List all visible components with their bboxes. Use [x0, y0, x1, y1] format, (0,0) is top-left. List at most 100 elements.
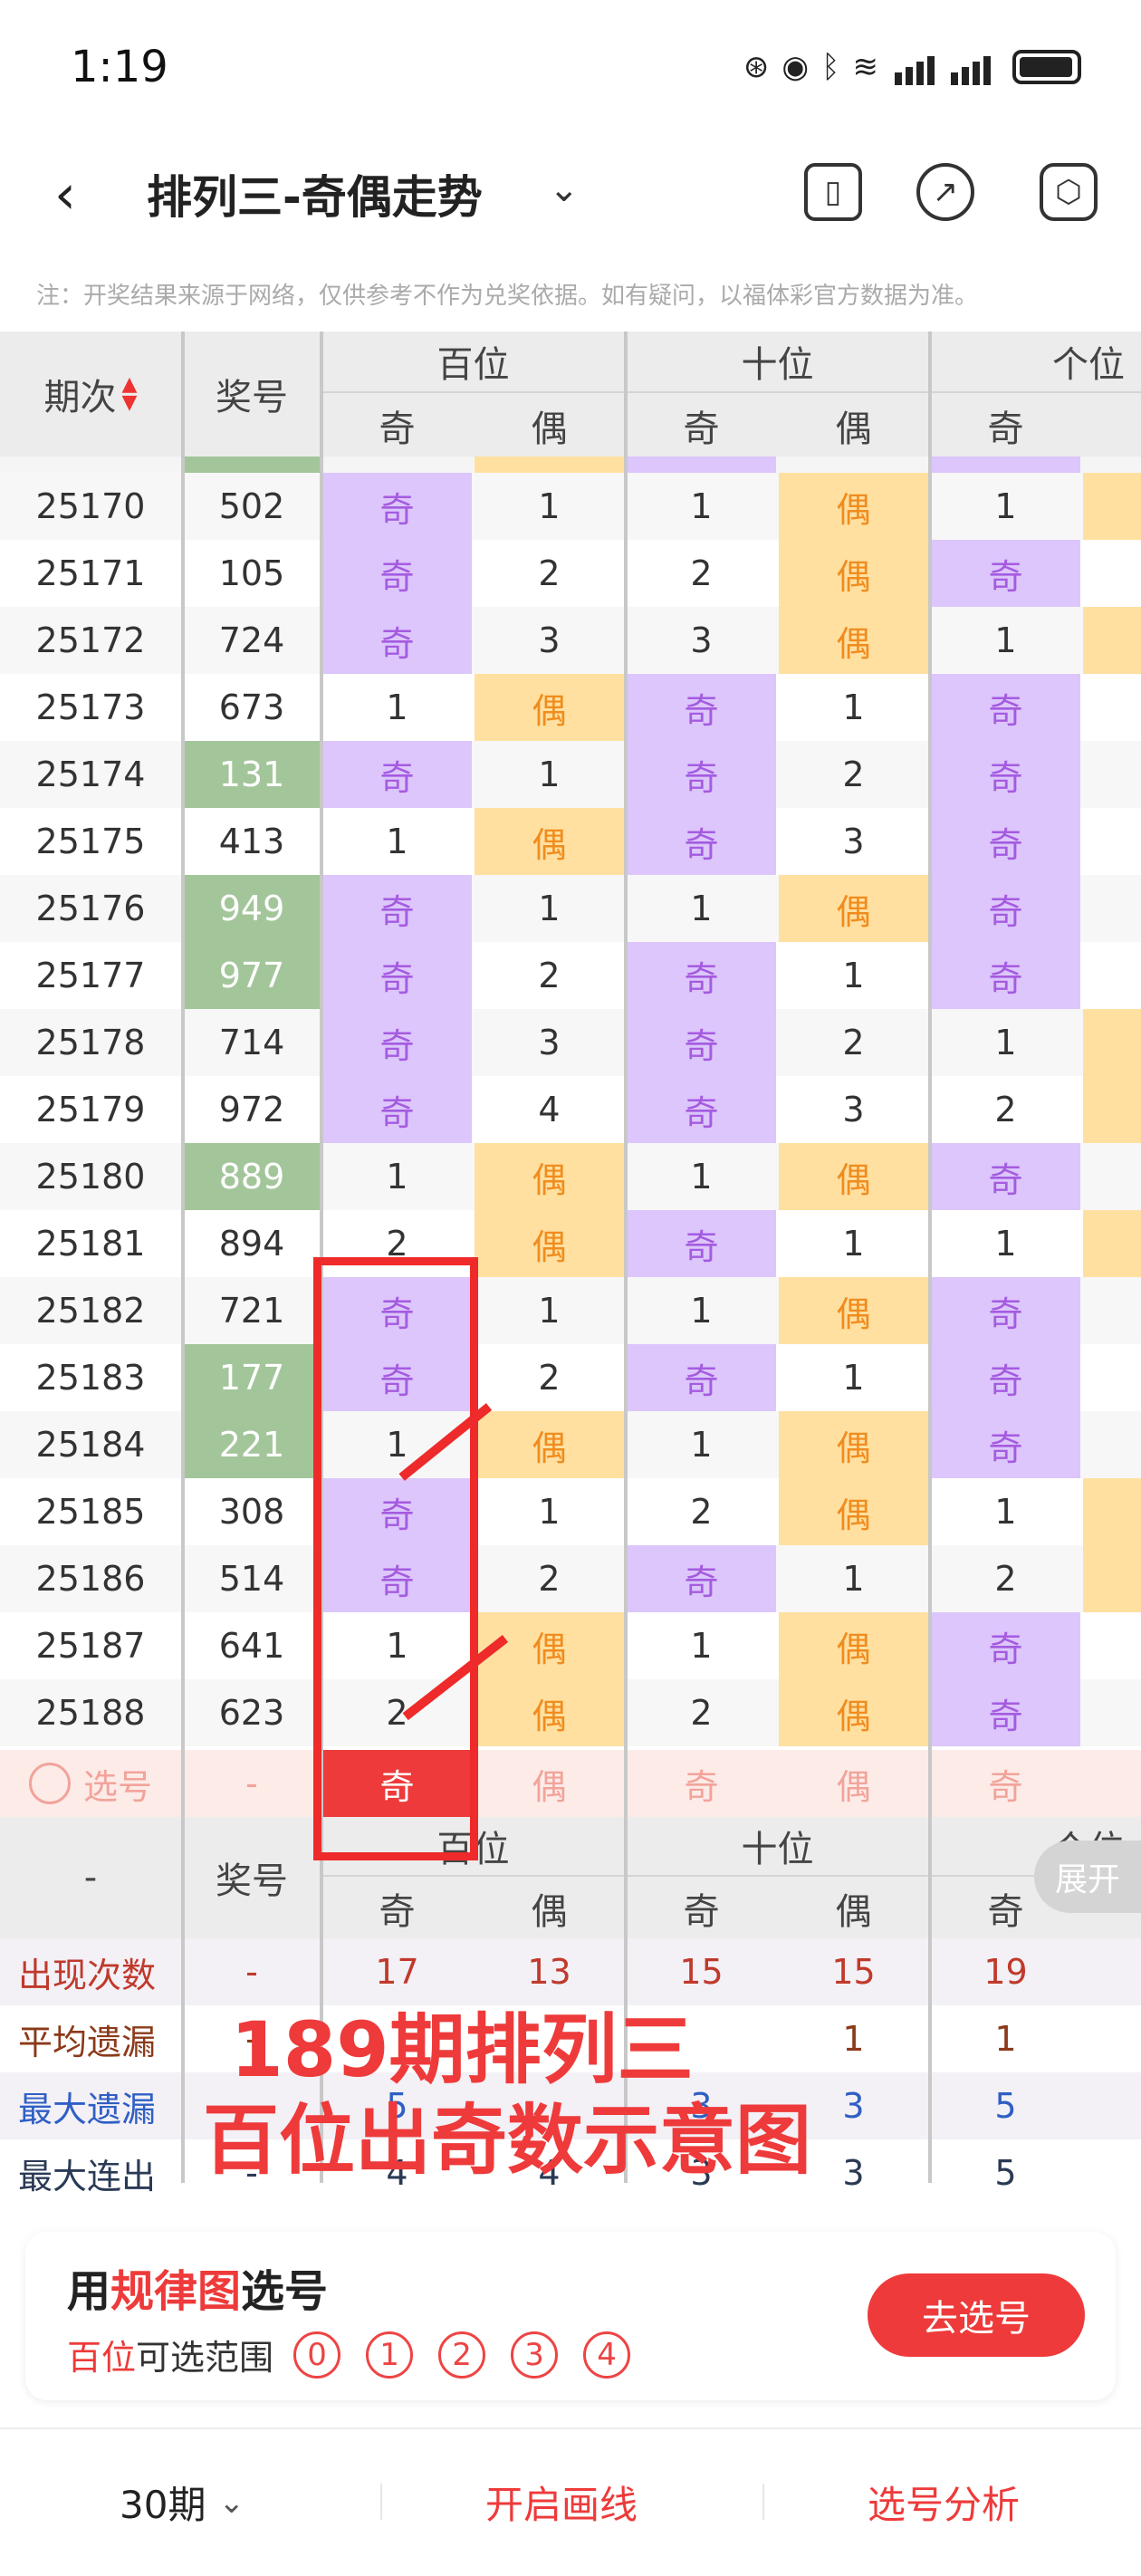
sort-icon[interactable]: ▲ ▼ [122, 375, 138, 413]
tens-even-cell: 偶 [779, 607, 928, 674]
pick-analysis-button[interactable]: 选号分析 [868, 2475, 1020, 2530]
tens-even-cell: 偶 [779, 1277, 928, 1344]
back-icon[interactable]: ‹ [54, 168, 91, 222]
period-cell: 25178 [35, 1023, 146, 1062]
draw-line-button[interactable]: 开启画线 [485, 2475, 638, 2530]
units-odd-cell: 1 [994, 1492, 1017, 1532]
period-cell: 25185 [35, 1492, 146, 1532]
units-odd-cell: 1 [994, 486, 1017, 526]
hundreds-even-cell: 1 [538, 1291, 561, 1331]
units-odd-cell: 奇 [931, 1143, 1080, 1210]
period-cell: 25171 [35, 553, 146, 593]
col-divider [624, 332, 628, 2183]
card-title: 用规律图选号 [67, 2255, 328, 2319]
units-even-cell [1083, 808, 1141, 875]
number-cell: 623 [218, 1693, 285, 1733]
expand-button[interactable]: 展开 [1034, 1841, 1141, 1913]
period-cell: 25179 [35, 1090, 146, 1129]
settings-icon[interactable]: ⬡ [1040, 163, 1098, 221]
number-header: 奖号 [216, 377, 288, 418]
period-cell: 25188 [35, 1693, 146, 1733]
ball-3[interactable]: 3 [511, 2331, 559, 2379]
units-even-cell [1083, 1143, 1141, 1210]
ball-2[interactable]: 2 [438, 2331, 486, 2379]
wifi-icon: ≋ [852, 49, 879, 85]
hundreds-even-cell: 2 [538, 553, 561, 593]
period-cell: 25175 [35, 822, 146, 861]
col-divider [181, 332, 185, 2183]
hundreds-even-cell: 1 [538, 1492, 561, 1532]
alarm-icon: ⊛ [743, 49, 770, 85]
periods-selector[interactable]: 30期 ⌄ [120, 2475, 244, 2530]
units-even-cell [1083, 607, 1141, 674]
tens-even-cell: 1 [842, 1224, 865, 1264]
hundreds-even-cell: 3 [538, 620, 561, 660]
number-cell: 221 [184, 1411, 320, 1478]
table-row: 25184 221 1 偶 1 偶奇 [0, 1411, 1141, 1478]
units-even-cell [1083, 674, 1141, 741]
phone-rotate-icon[interactable]: ▯ [804, 163, 862, 221]
units-even-cell [1083, 1076, 1141, 1143]
col-divider [928, 332, 932, 2183]
page-title[interactable]: 排列三-奇偶走势 [147, 161, 483, 226]
hundreds-even-cell: 1 [538, 755, 561, 794]
share-icon[interactable]: ↗ [916, 163, 974, 221]
ball-0[interactable]: 0 [293, 2331, 341, 2379]
pick-hundreds-even[interactable]: 偶 [475, 1750, 624, 1817]
pick-tens-even[interactable]: 偶 [779, 1750, 928, 1817]
hundreds-even-cell: 1 [538, 889, 561, 928]
units-odd-cell: 奇 [931, 741, 1080, 808]
signal-icon [891, 49, 935, 85]
eye-icon: ◉ [781, 49, 810, 85]
units-odd-cell: 奇 [931, 674, 1080, 741]
units-odd-cell: 2 [994, 1090, 1017, 1129]
signal-icon-2 [947, 49, 991, 85]
ball-1[interactable]: 1 [366, 2331, 414, 2379]
radio-icon[interactable] [28, 1763, 71, 1804]
units-even-cell [1083, 1210, 1141, 1277]
divider [380, 2484, 382, 2520]
stats-t-even: 偶 [835, 1891, 872, 1933]
status-bar: 1:19 ⊛ ◉ ᛒ ≋ [0, 0, 1141, 136]
period-cell: 25181 [35, 1224, 146, 1264]
tens-odd-header: 奇 [683, 409, 720, 450]
period-header[interactable]: 期次 [44, 368, 117, 420]
tens-even-cell: 偶 [779, 473, 928, 540]
units-odd-cell: 奇 [931, 1679, 1080, 1746]
hundreds-odd-cell: 1 [386, 1157, 408, 1197]
table-row: 25181 894 2 偶奇 1 1 [0, 1210, 1141, 1277]
card-range: 百位 可选范围 0 1 2 3 4 [67, 2330, 656, 2379]
tens-odd-cell: 2 [690, 553, 713, 593]
pick-label-cell[interactable]: 选号 [0, 1750, 181, 1817]
hundreds-odd-cell: 奇 [322, 875, 472, 942]
pick-tens-odd[interactable]: 奇 [627, 1750, 776, 1817]
units-header: 个位 [931, 332, 1141, 393]
pick-label: 选号 [82, 1766, 152, 1807]
bottom-bar: 30期 ⌄ 开启画线 选号分析 [0, 2427, 1141, 2576]
chevron-down-icon[interactable]: ⌄ [549, 168, 580, 210]
hundreds-even-header: 偶 [531, 409, 568, 450]
number-cell: 131 [184, 741, 320, 808]
hundreds-even-cell: 偶 [475, 1143, 624, 1210]
card-title-pre: 用 [67, 2266, 111, 2317]
app-header: ‹ 排列三-奇偶走势 ⌄ ▯ ↗ ⬡ [0, 136, 1141, 254]
tens-even-cell: 1 [842, 687, 865, 727]
units-even-cell [1083, 1344, 1141, 1411]
ball-4[interactable]: 4 [583, 2331, 631, 2379]
tens-even-cell: 3 [842, 822, 865, 861]
number-cell: 308 [218, 1492, 285, 1532]
number-cell: 105 [218, 553, 285, 593]
table-row: 25177 977 奇 2 奇 1 奇 [0, 942, 1141, 1009]
units-odd-cell: 奇 [931, 1277, 1080, 1344]
period-cell: 25187 [35, 1626, 146, 1666]
units-odd-cell: 奇 [931, 1612, 1080, 1679]
number-cell: 714 [218, 1023, 285, 1062]
go-pick-button[interactable]: 去选号 [868, 2273, 1085, 2357]
hundreds-odd-cell: 奇 [322, 942, 472, 1009]
number-cell: 502 [218, 486, 285, 526]
hundreds-odd-header: 奇 [379, 409, 416, 450]
hundreds-header: 百位 [322, 332, 624, 393]
pick-units-odd[interactable]: 奇 [931, 1750, 1080, 1817]
tens-odd-cell: 奇 [627, 1545, 776, 1612]
tens-odd-cell: 奇 [627, 1076, 776, 1143]
